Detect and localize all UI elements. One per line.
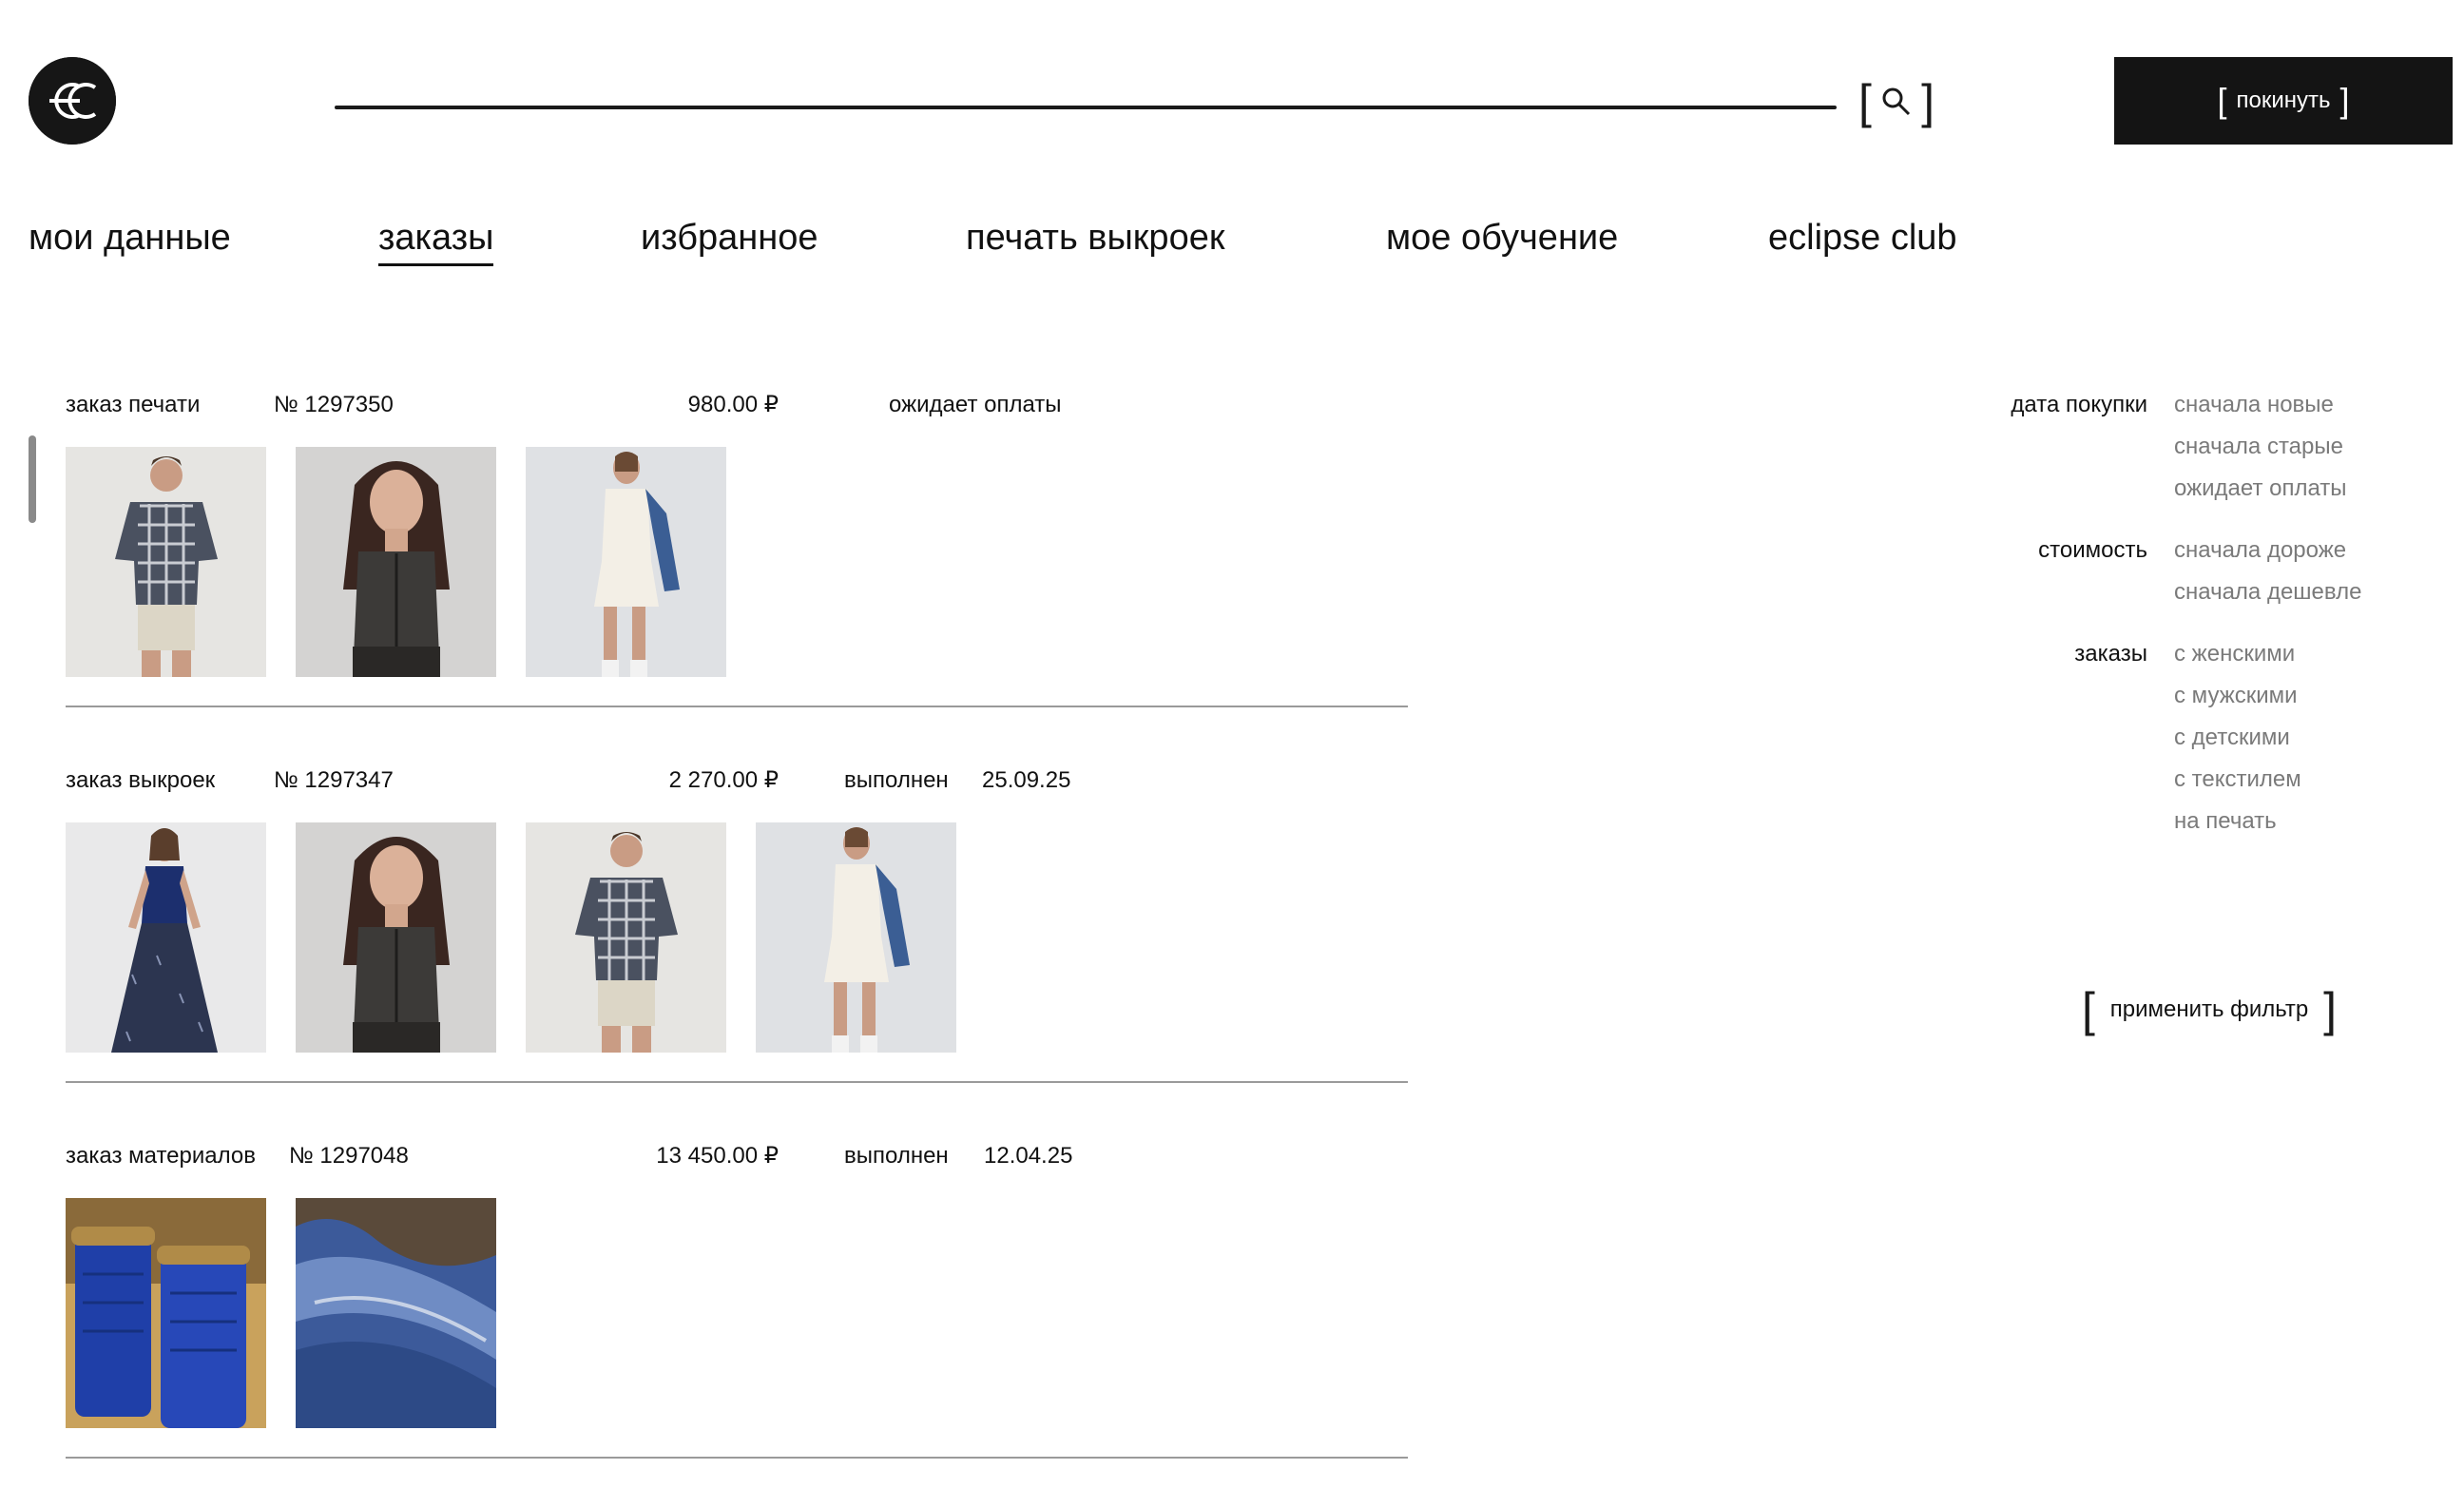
order-number[interactable]: № 1297350 [274,386,394,424]
filter-option-textile[interactable]: с текстилем [2174,766,2301,793]
logo-icon [29,57,116,145]
woman-dark-top-image [296,447,496,677]
filter-label-purchase-date: дата покупки [2011,392,2147,417]
filter-option-mens[interactable]: с мужскими [2174,683,2298,709]
exit-button[interactable]: [ покинуть ] [2114,57,2453,145]
order-status: выполнен [844,767,949,793]
order-card: заказ выкроек № 1297347 2 270.00 ₽ выпол… [66,762,1408,1083]
order-card: заказ материалов № 1297048 13 450.00 ₽ в… [66,1137,1408,1459]
filter-label-cost: стоимость [2038,537,2147,563]
bracket-left-icon: [ [2217,81,2227,120]
man-plaid-shirt-image [66,447,266,677]
product-thumbnail[interactable] [66,447,266,677]
man-plaid-shirt-image [526,822,726,1053]
apply-filter-button[interactable]: [ применить фильтр ] [2082,983,2337,1036]
product-thumbnail[interactable] [756,822,956,1053]
product-thumbnail[interactable] [526,822,726,1053]
blue-thread-spools-image [66,1198,266,1428]
logo[interactable] [29,57,116,145]
filter-option-womens[interactable]: с женскими [2174,641,2295,667]
order-header: заказ материалов № 1297048 13 450.00 ₽ в… [66,1137,1408,1175]
scrollbar[interactable] [29,435,36,523]
filter-option-oldest-first[interactable]: сначала старые [2174,434,2343,460]
filter-option-awaiting-payment[interactable]: ожидает оплаты [2174,475,2347,502]
filter-option-print[interactable]: на печать [2174,808,2277,835]
order-number[interactable]: № 1297048 [289,1137,409,1175]
woman-white-romper-image [526,447,726,677]
woman-velvet-vest-image [66,822,266,1053]
tab-orders[interactable]: заказы [378,215,494,266]
order-type: заказ материалов [66,1143,256,1169]
bracket-left-icon: [ [1858,75,1872,128]
product-thumbnail[interactable] [296,822,496,1053]
divider [66,1457,1408,1459]
search-input[interactable] [335,106,1837,109]
filter-label-orders: заказы [2074,641,2147,667]
filter-option-kids[interactable]: с детскими [2174,725,2290,751]
blue-fabric-image [296,1198,496,1428]
search-icon [1882,87,1911,116]
order-card: заказ печати № 1297350 980.00 ₽ ожидает … [66,386,1408,707]
divider [66,706,1408,707]
product-thumbnail[interactable] [526,447,726,677]
exit-button-label: покинуть [2236,87,2331,113]
order-status: ожидает оплаты [889,392,1062,417]
order-price: 980.00 ₽ [687,392,779,417]
order-type: заказ выкроек [66,767,216,793]
filter-option-expensive-first[interactable]: сначала дороже [2174,537,2346,564]
tab-my-data[interactable]: мои данные [29,215,231,261]
tab-favorites[interactable]: избранное [641,215,818,261]
order-header: заказ выкроек № 1297347 2 270.00 ₽ выпол… [66,762,1408,800]
order-type: заказ печати [66,392,201,417]
order-number[interactable]: № 1297347 [274,762,394,800]
tab-eclipse-club[interactable]: eclipse club [1768,215,1957,261]
bracket-right-icon: ] [1921,75,1935,128]
order-header: заказ печати № 1297350 980.00 ₽ ожидает … [66,386,1408,424]
filter-option-cheaper-first[interactable]: сначала дешевле [2174,579,2361,606]
bracket-left-icon: [ [2082,983,2095,1036]
bracket-right-icon: ] [2323,983,2337,1036]
search-button[interactable]: [ ] [1858,75,1935,128]
account-orders-page: [ ] [ покинуть ] мои данные заказы избра… [0,0,2464,1508]
product-thumbnail[interactable] [296,1198,496,1428]
woman-white-romper-image [756,822,956,1053]
tab-my-learning[interactable]: мое обучение [1386,215,1618,261]
divider [66,1081,1408,1083]
order-price: 2 270.00 ₽ [668,767,779,793]
bracket-right-icon: ] [2339,81,2350,120]
order-date: 12.04.25 [984,1143,1073,1169]
apply-filter-label: применить фильтр [2109,996,2309,1022]
order-date: 25.09.25 [982,767,1071,793]
tab-pattern-printing[interactable]: печать выкроек [966,215,1224,261]
product-thumbnail[interactable] [296,447,496,677]
woman-dark-top-image [296,822,496,1053]
order-status: выполнен [844,1143,949,1169]
product-thumbnail[interactable] [66,822,266,1053]
filter-option-newest-first[interactable]: сначала новые [2174,392,2334,418]
order-price: 13 450.00 ₽ [656,1143,779,1169]
product-thumbnail[interactable] [66,1198,266,1428]
